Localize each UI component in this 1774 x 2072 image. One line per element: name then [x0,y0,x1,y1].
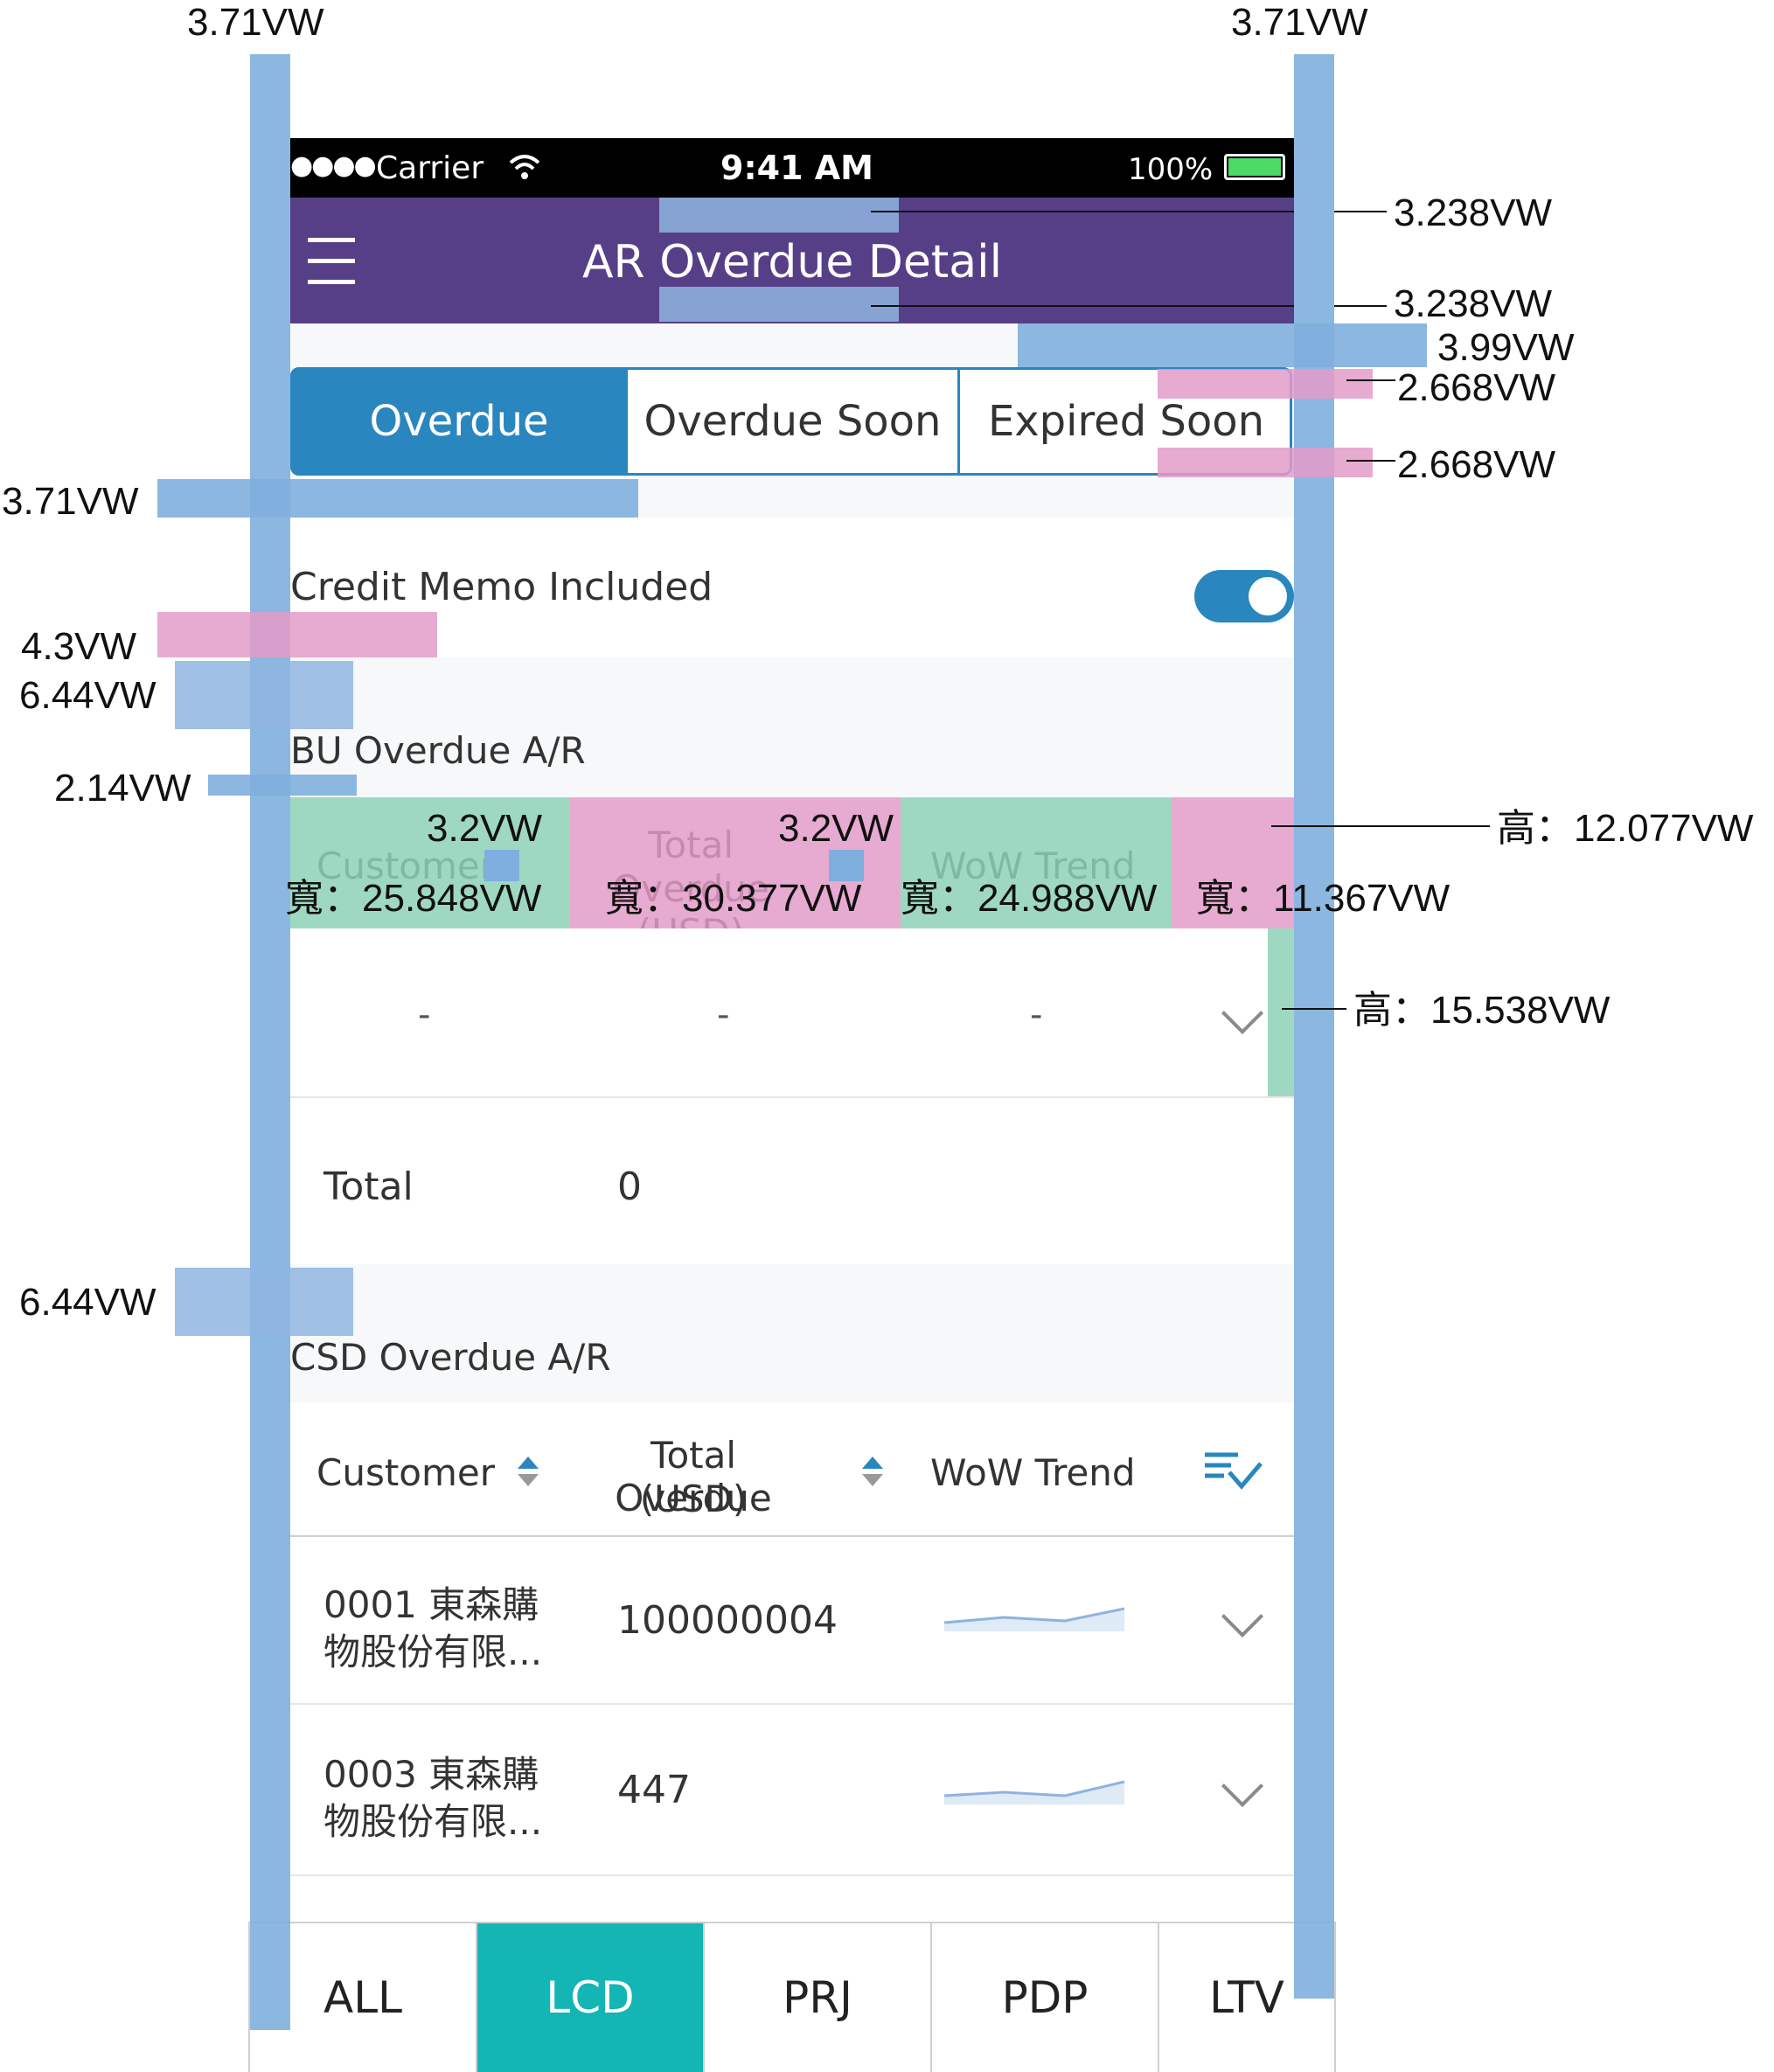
left-margin-bar [250,54,290,2030]
signal-icon: ●●●● [290,150,377,181]
annotation-label: 寬：25.848VW [285,877,542,920]
annotation-label: 高：12.077VW [1497,807,1754,850]
sort-icon[interactable] [862,1457,883,1488]
bu-empty-total: - [717,995,730,1035]
section-gap-marker-1 [175,661,353,729]
tab-prj-label: PRJ [783,1972,852,2023]
toggle-row: Credit Memo Included [290,518,1294,657]
csd-section-title: CSD Overdue A/R [290,1336,611,1379]
segment-overdue-soon[interactable]: Overdue Soon [628,367,960,476]
csd-col-customer[interactable]: Customer [317,1451,495,1494]
segment-expired-soon-label: Expired Soon [987,397,1265,446]
header-top-marker [659,198,899,233]
annotation-label: 4.3VW [21,625,137,668]
divider [290,1874,1294,1876]
toggle-gap-marker [157,612,437,657]
tab-pdp[interactable]: PDP [932,1923,1159,2072]
row-total-value: 447 [617,1768,691,1812]
expand-chevron-icon[interactable] [1221,1595,1264,1638]
annotation-label: 3.71VW [187,1,324,44]
leader-line [1334,211,1387,212]
bu-empty-trend: - [1030,995,1043,1035]
annotation-label: 2.668VW [1397,366,1555,409]
leader-line [871,211,1294,212]
segment-gap-marker [1018,323,1427,367]
expand-chevron-icon[interactable] [1221,991,1264,1035]
annotation-label: 3.2VW [778,807,894,850]
row-customer-line2: 物股份有限... [323,1800,543,1843]
toggle-knob [1249,577,1287,615]
battery-percent: 100% [1128,152,1214,187]
bu-empty-customer: - [418,995,431,1035]
leader-line [871,305,1294,307]
csd-section-header: CSD Overdue A/R [290,1264,1294,1402]
bu-section-header: BU Overdue A/R [290,657,1294,797]
tab-ltv-label: LTV [1209,1972,1284,2023]
annotation-label: 3.2VW [427,807,543,850]
trend-sparkline [943,1780,1125,1804]
csd-table-header: Customer Total Overdue (USD) WoW Trend [290,1402,1294,1535]
bu-section-title: BU Overdue A/R [290,729,586,772]
table-row[interactable]: 0003 東森購 物股份有限... 447 [290,1705,1294,1874]
annotation-label: 2.668VW [1397,443,1555,486]
annotation-label: 3.99VW [1437,326,1575,369]
wifi-icon [509,155,540,179]
annotation-label: 3.71VW [2,480,139,523]
segment-overdue-soon-label: Overdue Soon [644,397,942,446]
bu-empty-row[interactable]: - - - [290,928,1294,1096]
tab-lcd-label: LCD [546,1972,635,2023]
segment-overdue-label: Overdue [369,397,549,446]
annotation-label: 寬：11.367VW [1196,877,1451,920]
row-height-marker [1268,928,1294,1096]
segment-bottom-marker [1158,448,1373,477]
annotation-label: 2.14VW [54,767,191,810]
table-row[interactable]: 0001 東森購 物股份有限... 100000004 [290,1537,1294,1703]
credit-memo-label: Credit Memo Included [290,565,713,609]
clock-label: 9:41 AM [720,149,873,187]
battery-icon [1224,154,1285,180]
csd-col-trend[interactable]: WoW Trend [930,1451,1136,1494]
status-bar: ●●●● Carrier 9:41 AM 100% [290,138,1294,198]
tab-all-label: ALL [323,1972,402,2023]
row-customer-line1: 0001 東森購 [323,1583,539,1626]
annotation-label: 6.44VW [19,674,157,717]
credit-memo-toggle[interactable] [1194,570,1294,622]
annotation-label: 寬：24.988VW [901,877,1158,920]
bu-total-row: Total 0 [290,1098,1294,1264]
row-customer-line2: 物股份有限... [323,1630,543,1673]
csd-col-total-2: (USD) [639,1478,748,1520]
tab-pdp-label: PDP [1001,1972,1089,2023]
row-total-value: 100000004 [617,1598,838,1643]
bu-total-value: 0 [617,1165,642,1209]
annotation-label: 3.238VW [1394,191,1552,234]
annotation-label: 高：15.538VW [1353,989,1611,1032]
annotation-label: 寬：30.377VW [605,877,862,920]
left-margin-marker [157,479,638,518]
leader-line [1346,460,1395,462]
page-title: AR Overdue Detail [581,236,1003,289]
trend-sparkline [943,1607,1125,1631]
filter-list-icon[interactable] [1203,1450,1264,1493]
sort-icon[interactable] [518,1457,539,1488]
annotation-label: 3.238VW [1394,282,1552,325]
header-bottom-marker [659,287,899,322]
title-gap-marker [208,775,357,796]
bu-total-label: Total [323,1165,414,1209]
segment-overdue[interactable]: Overdue [290,367,628,476]
leader-line [1334,305,1387,307]
leader-line [1282,1008,1346,1010]
annotation-label: 3.71VW [1231,1,1368,44]
annotation-label: 6.44VW [19,1281,157,1324]
segment-top-marker [1158,369,1373,399]
row-customer-line1: 0003 東森購 [323,1753,539,1796]
tab-lcd[interactable]: LCD [477,1923,705,2072]
leader-line [1346,379,1395,381]
expand-chevron-icon[interactable] [1221,1764,1264,1808]
leader-line [1271,825,1490,827]
tab-prj[interactable]: PRJ [705,1923,932,2072]
section-gap-marker-2 [175,1268,353,1336]
carrier-label: Carrier [376,150,484,186]
